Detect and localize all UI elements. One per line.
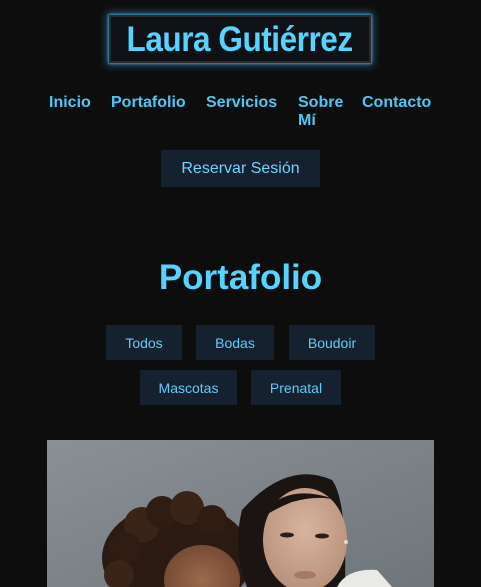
nav-item-inicio[interactable]: Inicio	[49, 94, 91, 112]
reservar-sesion-button[interactable]: Reservar Sesión	[161, 150, 320, 187]
filter-prenatal-button[interactable]: Prenatal	[251, 370, 341, 405]
filter-bodas-button[interactable]: Bodas	[196, 325, 274, 360]
filter-todos-button[interactable]: Todos	[106, 325, 182, 360]
logo[interactable]: Laura Gutiérrez	[109, 15, 371, 63]
portfolio-photo[interactable]	[47, 440, 434, 587]
nav-item-portafolio[interactable]: Portafolio	[111, 94, 186, 112]
portfolio-title: Portafolio	[158, 258, 323, 297]
logo-text: Laura Gutiérrez	[126, 19, 354, 59]
page: Laura Gutiérrez Inicio Portafolio Servic…	[0, 0, 481, 587]
portfolio-photo-image	[47, 440, 434, 587]
filter-mascotas-button[interactable]: Mascotas	[140, 370, 237, 405]
nav-item-servicios[interactable]: Servicios	[206, 94, 277, 112]
nav-item-contacto[interactable]: Contacto	[362, 94, 431, 112]
nav-item-sobre-mi[interactable]: Sobre Mí	[298, 94, 348, 130]
filter-boudoir-button[interactable]: Boudoir	[289, 325, 375, 360]
